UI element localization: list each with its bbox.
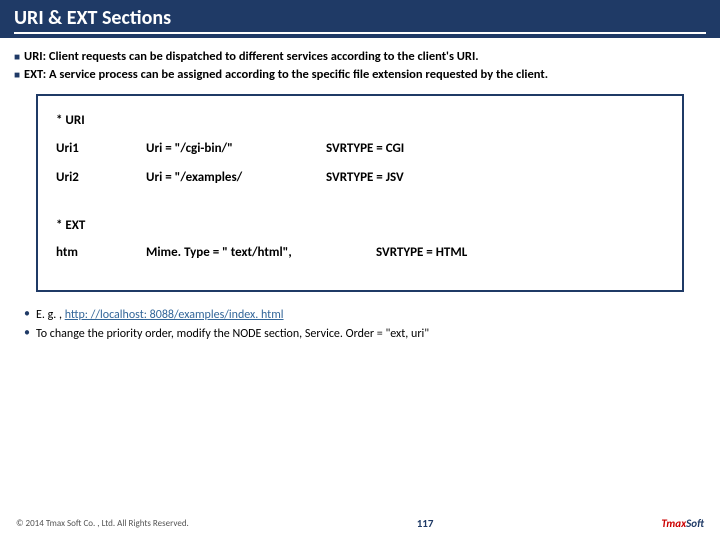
uri-def: Uri = "/examples/ (146, 169, 326, 187)
dot-bullet-icon: • (24, 325, 30, 342)
uri-def: Uri = "/cgi-bin/" (146, 140, 326, 158)
note-1: E. g. , http: //localhost: 8088/examples… (36, 306, 284, 325)
ext-row: htm Mime. Type = " text/html", SVRTYPE =… (56, 244, 664, 262)
notes-block: • E. g. , http: //localhost: 8088/exampl… (14, 306, 706, 344)
ext-svrtype: SVRTYPE = HTML (376, 244, 664, 262)
uri-svrtype: SVRTYPE = CGI (326, 140, 664, 158)
ext-name: htm (56, 244, 146, 262)
page-number: 117 (189, 517, 662, 530)
uri-section-head: * URI (56, 112, 664, 130)
note-1-prefix: E. g. , (36, 308, 65, 322)
square-bullet-icon: ■ (14, 68, 20, 83)
ext-def: Mime. Type = " text/html", (146, 244, 376, 262)
copyright-text: © 2014 Tmax Soft Co. , Ltd. All Rights R… (16, 518, 189, 529)
note-row-1: • E. g. , http: //localhost: 8088/exampl… (24, 306, 706, 325)
intro-row-1: ■ URI: Client requests can be dispatched… (14, 48, 706, 66)
brand-logo: TmaxSoft (661, 517, 704, 530)
square-bullet-icon: ■ (14, 50, 20, 65)
logo-part-1: Tmax (661, 517, 686, 530)
logo-part-2: Soft (686, 517, 704, 530)
intro-text-1: URI: Client requests can be dispatched t… (24, 48, 479, 66)
dot-bullet-icon: • (24, 306, 30, 323)
slide-title: URI & EXT Sections (14, 6, 706, 30)
note-row-2: • To change the priority order, modify t… (24, 325, 706, 344)
note-2: To change the priority order, modify the… (36, 325, 429, 344)
example-link[interactable]: http: //localhost: 8088/examples/index. … (65, 308, 284, 322)
intro-text-2: EXT: A service process can be assigned a… (24, 66, 548, 84)
uri-row-2: Uri2 Uri = "/examples/ SVRTYPE = JSV (56, 169, 664, 187)
intro-bullets: ■ URI: Client requests can be dispatched… (14, 48, 706, 84)
uri-row-1: Uri1 Uri = "/cgi-bin/" SVRTYPE = CGI (56, 140, 664, 158)
config-box: * URI Uri1 Uri = "/cgi-bin/" SVRTYPE = C… (36, 94, 684, 292)
uri-svrtype: SVRTYPE = JSV (326, 169, 664, 187)
slide-footer: © 2014 Tmax Soft Co. , Ltd. All Rights R… (0, 517, 720, 530)
uri-name: Uri2 (56, 169, 146, 187)
slide-header: URI & EXT Sections (0, 0, 720, 38)
slide-body: ■ URI: Client requests can be dispatched… (0, 38, 720, 344)
intro-row-2: ■ EXT: A service process can be assigned… (14, 66, 706, 84)
uri-name: Uri1 (56, 140, 146, 158)
ext-section-head: * EXT (56, 217, 664, 235)
title-underline (14, 32, 706, 34)
